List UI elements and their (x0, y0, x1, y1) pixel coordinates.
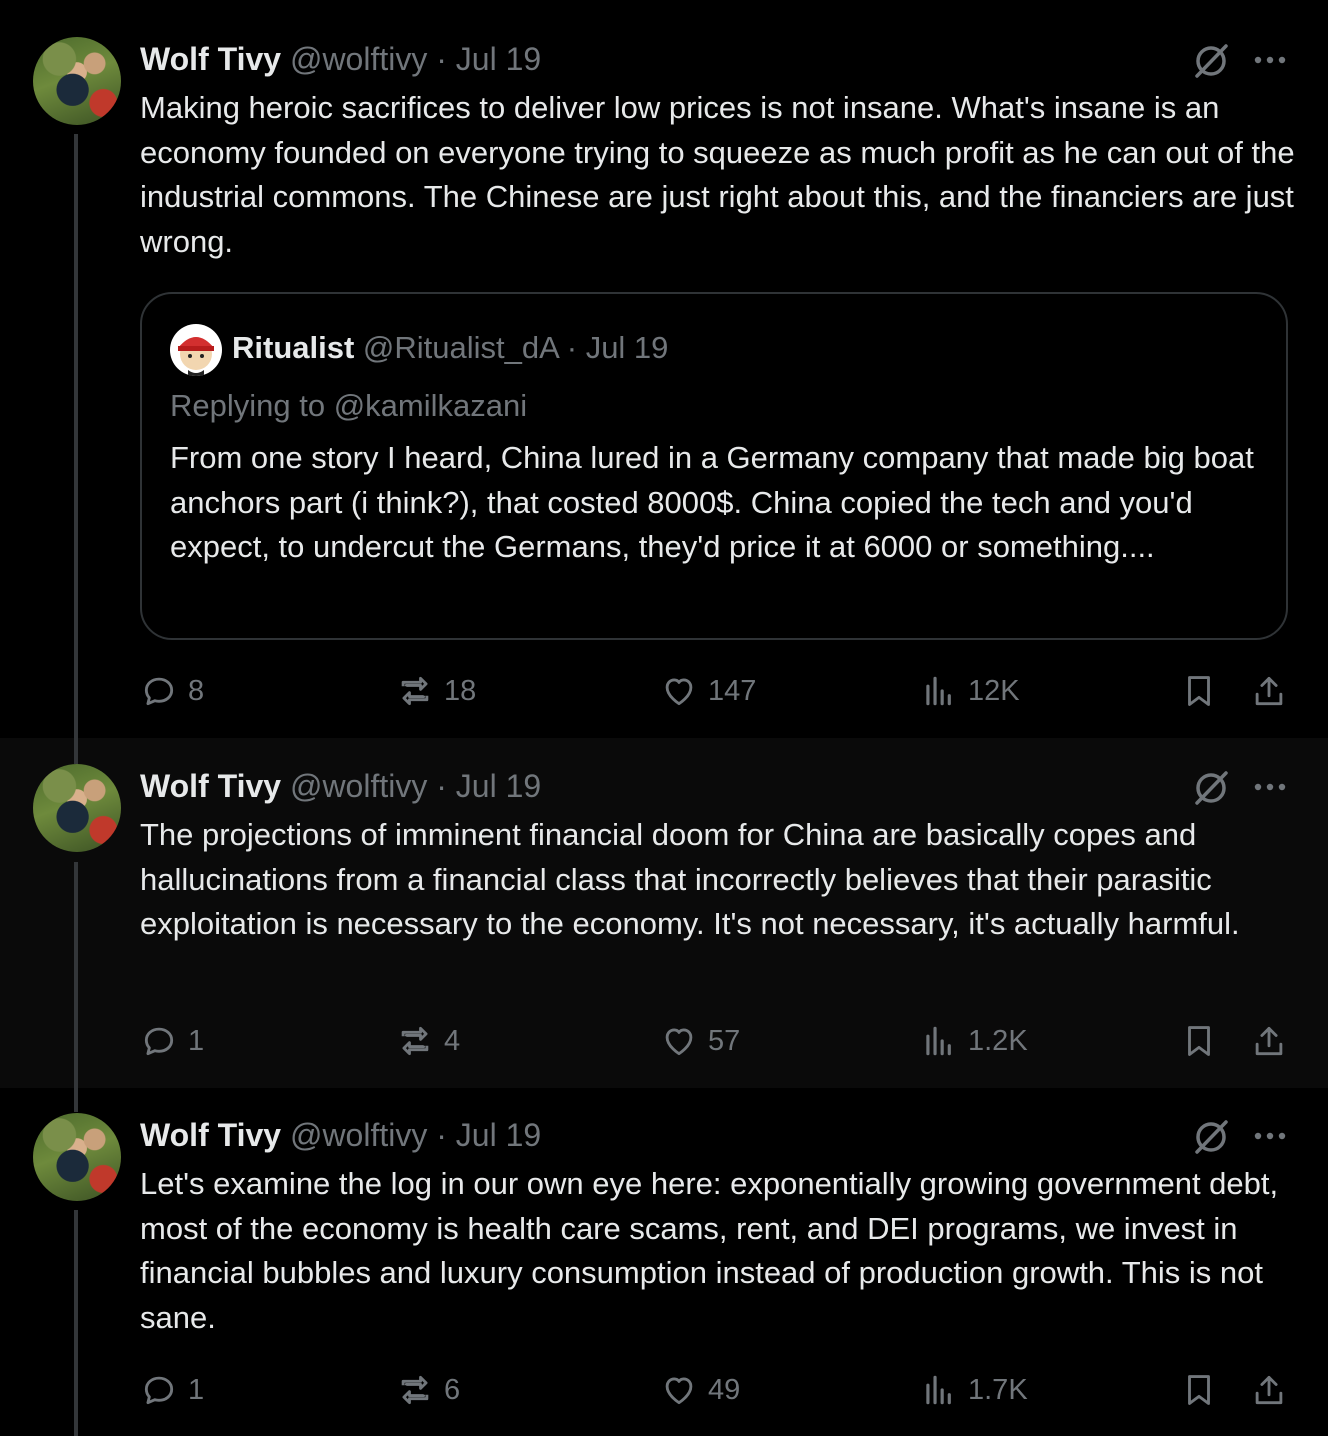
repost-button[interactable]: 18 (396, 669, 476, 713)
repost-count: 18 (444, 674, 477, 707)
tweet-date[interactable]: Jul 19 (456, 41, 541, 77)
repost-count: 4 (444, 1024, 461, 1057)
thread-line (74, 134, 78, 738)
views-button[interactable]: 12K (920, 669, 1020, 713)
view-count: 1.2K (968, 1024, 1028, 1057)
quote-author-handle[interactable]: @Ritualist_dA (363, 330, 558, 365)
tweet-header: Wolf Tivy @wolftivy · Jul 19 (140, 1115, 541, 1155)
views-icon (926, 1026, 951, 1056)
views-button[interactable]: 1.7K (920, 1368, 1028, 1412)
heart-icon (665, 678, 693, 706)
avatar[interactable] (33, 1113, 121, 1201)
more-icon[interactable] (1250, 767, 1290, 807)
bookmark-button[interactable] (1180, 1019, 1218, 1063)
tweet-text: Let's examine the log in our own eye her… (140, 1166, 1279, 1335)
author-name[interactable]: Wolf Tivy (140, 41, 281, 77)
tweet-header: Wolf Tivy @wolftivy · Jul 19 (140, 766, 541, 806)
share-button[interactable] (1250, 1368, 1288, 1412)
views-icon (926, 676, 951, 706)
repost-button[interactable]: 6 (396, 1368, 460, 1412)
thread-line (74, 862, 78, 1088)
grok-icon[interactable] (1190, 40, 1232, 82)
bookmark-icon (1188, 1026, 1210, 1056)
reply-count: 1 (188, 1024, 205, 1057)
reply-button[interactable]: 1 (140, 1019, 204, 1063)
share-icon (1255, 1026, 1283, 1056)
author-name[interactable]: Wolf Tivy (140, 768, 281, 804)
like-count: 147 (708, 674, 757, 707)
ritualist-avatar-icon (178, 337, 214, 376)
like-count: 57 (708, 1024, 741, 1057)
action-bar: 1 4 57 1.2K (140, 1019, 1300, 1063)
view-count: 1.7K (968, 1373, 1028, 1406)
author-name[interactable]: Wolf Tivy (140, 1117, 281, 1153)
share-button[interactable] (1250, 669, 1288, 713)
quote-text: From one story I heard, China lured in a… (170, 440, 1254, 564)
separator: · (436, 1117, 447, 1153)
bookmark-icon (1188, 1375, 1210, 1405)
reply-count: 8 (188, 674, 205, 707)
like-button[interactable]: 147 (660, 669, 756, 713)
bookmark-icon (1188, 676, 1210, 706)
reply-count: 1 (188, 1373, 205, 1406)
reply-button[interactable]: 8 (140, 669, 204, 713)
tweet-text: The projections of imminent financial do… (140, 817, 1240, 941)
heart-icon (665, 1377, 693, 1405)
more-icon[interactable] (1250, 40, 1290, 80)
author-handle[interactable]: @wolftivy (290, 1117, 427, 1153)
quote-avatar[interactable] (170, 324, 222, 376)
tweet-header: Wolf Tivy @wolftivy · Jul 19 (140, 39, 541, 79)
action-bar: 8 18 147 12K (140, 669, 1300, 713)
separator: · (566, 330, 578, 365)
heart-icon (665, 1028, 693, 1056)
thread-line (74, 1210, 78, 1436)
reply-button[interactable]: 1 (140, 1368, 204, 1412)
views-icon (926, 1375, 951, 1405)
tweet-date[interactable]: Jul 19 (456, 768, 541, 804)
avatar[interactable] (33, 37, 121, 125)
tweet[interactable]: Wolf Tivy @wolftivy · Jul 19 Making hero… (0, 0, 1328, 738)
repost-icon (401, 676, 429, 706)
like-button[interactable]: 49 (660, 1368, 740, 1412)
bookmark-button[interactable] (1180, 1368, 1218, 1412)
views-button[interactable]: 1.2K (920, 1019, 1028, 1063)
tweet[interactable]: Wolf Tivy @wolftivy · Jul 19 The project… (0, 738, 1328, 1088)
more-icon[interactable] (1250, 1116, 1290, 1156)
thread-line (74, 1088, 78, 1112)
quote-author-name[interactable]: Ritualist (232, 330, 354, 365)
repost-count: 6 (444, 1373, 461, 1406)
action-bar: 1 6 49 1.7K (140, 1368, 1300, 1412)
separator: · (436, 41, 447, 77)
repost-icon (401, 1375, 429, 1405)
bookmark-button[interactable] (1180, 669, 1218, 713)
quote-date[interactable]: Jul 19 (586, 330, 669, 365)
author-handle[interactable]: @wolftivy (290, 41, 427, 77)
share-icon (1255, 676, 1283, 706)
view-count: 12K (968, 674, 1020, 707)
thread-line (74, 738, 78, 764)
grok-icon[interactable] (1190, 767, 1232, 809)
share-button[interactable] (1250, 1019, 1288, 1063)
avatar[interactable] (33, 764, 121, 852)
repost-button[interactable]: 4 (396, 1019, 460, 1063)
separator: · (436, 768, 447, 804)
tweet[interactable]: Wolf Tivy @wolftivy · Jul 19 Let's exami… (0, 1088, 1328, 1436)
author-handle[interactable]: @wolftivy (290, 768, 427, 804)
reply-icon (144, 1027, 174, 1056)
like-count: 49 (708, 1373, 741, 1406)
like-button[interactable]: 57 (660, 1019, 740, 1063)
tweet-text: Making heroic sacrifices to deliver low … (140, 90, 1295, 259)
quoted-tweet[interactable]: Ritualist @Ritualist_dA · Jul 19 Replyin… (140, 292, 1288, 640)
replying-to[interactable]: Replying to @kamilkazani (170, 386, 527, 426)
grok-icon[interactable] (1190, 1116, 1232, 1158)
tweet-date[interactable]: Jul 19 (456, 1117, 541, 1153)
share-icon (1255, 1375, 1283, 1405)
repost-icon (401, 1026, 429, 1056)
reply-icon (144, 1376, 174, 1405)
reply-icon (144, 677, 174, 706)
